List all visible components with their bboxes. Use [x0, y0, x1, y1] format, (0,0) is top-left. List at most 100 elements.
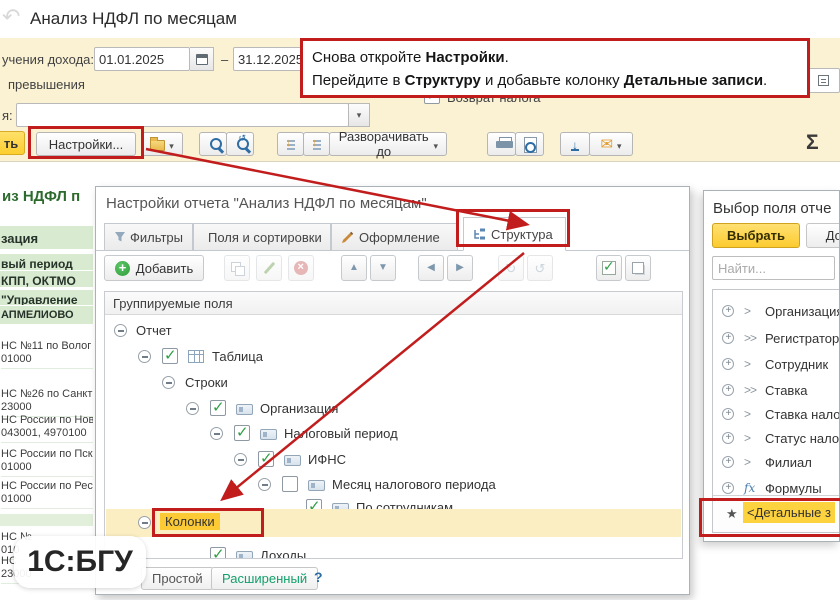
collapse-icon[interactable] [138, 516, 151, 529]
settings-button[interactable]: Настройки... [36, 132, 136, 156]
field-icon [236, 551, 253, 559]
reset-arrow-icon: ↺ [238, 133, 246, 144]
swap-back-button[interactable]: ↺ [527, 255, 553, 281]
tree-row-ifns[interactable]: ИФНС [106, 447, 681, 473]
ifns-code: 23000 [1, 401, 32, 413]
swap-group-button[interactable]: ↻ [498, 255, 524, 281]
expand-plus-icon[interactable] [722, 408, 734, 420]
node-checkbox[interactable] [282, 476, 298, 492]
field-item-registrator[interactable]: >>Регистратор [713, 326, 840, 352]
move-right-button[interactable]: ▶ [447, 255, 473, 281]
field-kind-marker: > [744, 304, 750, 318]
node-checkbox[interactable] [234, 425, 250, 441]
field-item-branch[interactable]: >Филиал [713, 450, 840, 476]
collapse-levels-button[interactable] [277, 132, 304, 156]
node-label: ИФНС [308, 452, 346, 467]
expand-plus-icon[interactable] [722, 482, 734, 494]
node-checkbox[interactable] [162, 348, 178, 364]
hidden-field-fragment[interactable] [806, 68, 840, 93]
structure-tree: Группируемые поля Отчет Таблица Строки О… [104, 291, 683, 559]
search-button[interactable] [199, 132, 227, 156]
expand-plus-icon[interactable] [722, 332, 734, 344]
tree-row-organization[interactable]: Организация [106, 396, 681, 422]
note-text: и добавьте колонку [481, 72, 624, 89]
select-button[interactable]: Выбрать [712, 223, 800, 248]
expand-plus-icon[interactable] [722, 432, 734, 444]
field-item-organization[interactable]: > Организация [713, 299, 840, 325]
edit-button[interactable] [256, 255, 282, 281]
tree-row-table[interactable]: Таблица [106, 344, 681, 370]
back-arrow-icon[interactable]: ↶ [2, 4, 20, 30]
pencil-icon [263, 262, 275, 274]
date-to-input[interactable] [233, 47, 305, 71]
tab-structure[interactable]: Структура [463, 217, 566, 251]
view-advanced-button[interactable]: Расширенный [211, 567, 318, 590]
add-button[interactable]: Добавить [104, 255, 204, 281]
field-icon [308, 480, 325, 491]
report-area: из НДФЛ п зация вый период КПП, ОКТМО "У… [0, 162, 95, 600]
date-range-dash: – [221, 52, 228, 67]
view-simple-button[interactable]: Простой [141, 567, 214, 590]
print-preview-button[interactable] [515, 132, 544, 156]
tree-row-rows[interactable]: Строки [106, 370, 681, 396]
send-email-button[interactable] [589, 132, 633, 156]
sum-sigma-icon[interactable]: Σ [806, 131, 819, 155]
note-text: Перейдите в [312, 72, 405, 89]
help-link[interactable]: ? [314, 569, 323, 585]
field-kind-marker: > [744, 455, 750, 469]
picker-add-button[interactable]: Доба [806, 223, 840, 248]
expand-plus-icon[interactable] [722, 305, 734, 317]
collapse-icon[interactable] [138, 350, 151, 363]
tab-filters[interactable]: Фильтры [104, 223, 193, 251]
field-item-rate[interactable]: >>Ставка [713, 378, 840, 404]
collapse-icon[interactable] [210, 427, 223, 440]
date-from-calendar-button[interactable] [190, 47, 214, 71]
report-header-period: вый период [0, 254, 93, 271]
tree-row-report[interactable]: Отчет [106, 318, 681, 344]
collapse-icon[interactable] [162, 376, 175, 389]
node-checkbox[interactable] [258, 451, 274, 467]
group-copy-button[interactable] [224, 255, 250, 281]
tab-appearance[interactable]: Оформление [331, 223, 458, 251]
field-label: Организация [765, 304, 840, 319]
title-bar: ↶ Анализ НДФЛ по месяцам [0, 0, 840, 38]
collapse-icon[interactable] [114, 324, 127, 337]
field-item-tax-status[interactable]: >Статус налог [713, 426, 840, 452]
move-left-button[interactable]: ◀ [418, 255, 444, 281]
org-field-input[interactable] [16, 103, 349, 127]
watermark-badge: 1С:БГУ [14, 536, 146, 588]
field-kind-marker: > [744, 357, 750, 371]
collapse-icon[interactable] [258, 478, 271, 491]
field-item-employee[interactable]: >Сотрудник [713, 352, 840, 378]
field-item-detail-records[interactable]: ★<Детальные з [713, 495, 840, 532]
node-checkbox[interactable] [210, 400, 226, 416]
collapse-icon[interactable] [234, 453, 247, 466]
collapse-icon[interactable] [186, 402, 199, 415]
move-down-button[interactable]: ▼ [370, 255, 396, 281]
field-item-tax-rate[interactable]: >Ставка налог [713, 402, 840, 428]
check-all-button[interactable] [596, 255, 622, 281]
move-up-button[interactable]: ▲ [341, 255, 367, 281]
delete-button[interactable] [288, 255, 314, 281]
node-checkbox[interactable] [210, 547, 226, 559]
expand-plus-icon[interactable] [722, 456, 734, 468]
expand-plus-icon[interactable] [722, 384, 734, 396]
report-variants-button[interactable] [141, 132, 183, 156]
expand-levels-button[interactable] [303, 132, 330, 156]
period-label: учения дохода: [2, 52, 94, 67]
field-search-input[interactable] [712, 256, 835, 280]
generate-button[interactable]: ть [0, 131, 25, 155]
tree-row-incomes[interactable]: Доходы [106, 543, 681, 559]
report-header-org: зация [0, 226, 93, 250]
save-file-button[interactable] [560, 132, 590, 156]
print-button[interactable] [487, 132, 516, 156]
date-from-input[interactable] [94, 47, 190, 71]
expand-to-button[interactable]: Разворачивать до [329, 132, 447, 156]
uncheck-all-button[interactable] [625, 255, 651, 281]
org-field-dropdown-button[interactable] [348, 103, 370, 127]
tree-row-columns[interactable]: Колонки [106, 510, 681, 536]
cancel-search-button[interactable]: ↺ [226, 132, 254, 156]
expand-plus-icon[interactable] [722, 358, 734, 370]
tree-row-tax-period[interactable]: Налоговый период [106, 421, 681, 447]
tab-fields-sorting[interactable]: Поля и сортировки [193, 223, 331, 251]
